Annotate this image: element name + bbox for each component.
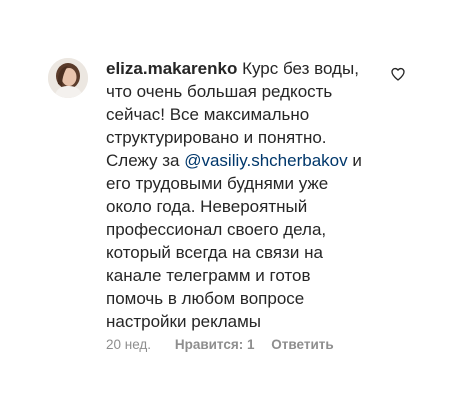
reply-button[interactable]: Ответить xyxy=(271,337,333,352)
comment-text: помочь в любом вопросе xyxy=(106,289,305,308)
like-button[interactable] xyxy=(390,66,406,82)
comment-text: Слежу за xyxy=(106,151,185,170)
comment-line: структурировано и понятно. xyxy=(106,126,376,149)
comment-meta: 20 нед. Нравится: 1 Ответить xyxy=(106,337,334,352)
username-link[interactable]: eliza.makarenko xyxy=(106,59,237,78)
comment-text: который всегда на связи на xyxy=(106,243,323,262)
comment-text: профессионал своего дела, xyxy=(106,220,327,239)
comment-line: помочь в любом вопросе xyxy=(106,287,376,310)
comment-text: структурировано и понятно. xyxy=(106,128,327,147)
comment-line: канале телеграмм и готов xyxy=(106,264,376,287)
comment-line: настройки рекламы xyxy=(106,310,376,333)
comment-text: канале телеграмм и готов xyxy=(106,266,311,285)
user-avatar-photo xyxy=(48,58,88,98)
comment-text: его трудовыми буднями уже xyxy=(106,174,329,193)
likes-count-button[interactable]: Нравится: 1 xyxy=(175,337,255,352)
comment-line: около года. Невероятный xyxy=(106,195,376,218)
comment-line: сейчас! Все максимально xyxy=(106,103,376,126)
comment-text: около года. Невероятный xyxy=(106,197,308,216)
comment-line: его трудовыми буднями уже xyxy=(106,172,376,195)
comment-text: что очень большая редкость xyxy=(106,82,333,101)
comment-text: и xyxy=(347,151,362,170)
comment-line: который всегда на связи на xyxy=(106,241,376,264)
comment-line: что очень большая редкость xyxy=(106,80,376,103)
mention-link[interactable]: @vasiliy.shcherbakov xyxy=(184,151,347,170)
comment-body: eliza.makarenko Курс без воды, что очень… xyxy=(106,57,376,333)
heart-outline-icon xyxy=(391,67,405,81)
comment: eliza.makarenko Курс без воды, что очень… xyxy=(0,0,452,413)
comment-line: Слежу за @vasiliy.shcherbakov и xyxy=(106,149,376,172)
comment-line: профессионал своего дела, xyxy=(106,218,376,241)
comment-text: сейчас! Все максимально xyxy=(106,105,310,124)
comment-text: настройки рекламы xyxy=(106,312,262,331)
comment-timestamp[interactable]: 20 нед. xyxy=(106,337,151,352)
comment-line: eliza.makarenko Курс без воды, xyxy=(106,57,376,80)
comment-text: Курс без воды, xyxy=(242,59,359,78)
avatar[interactable] xyxy=(48,58,88,98)
